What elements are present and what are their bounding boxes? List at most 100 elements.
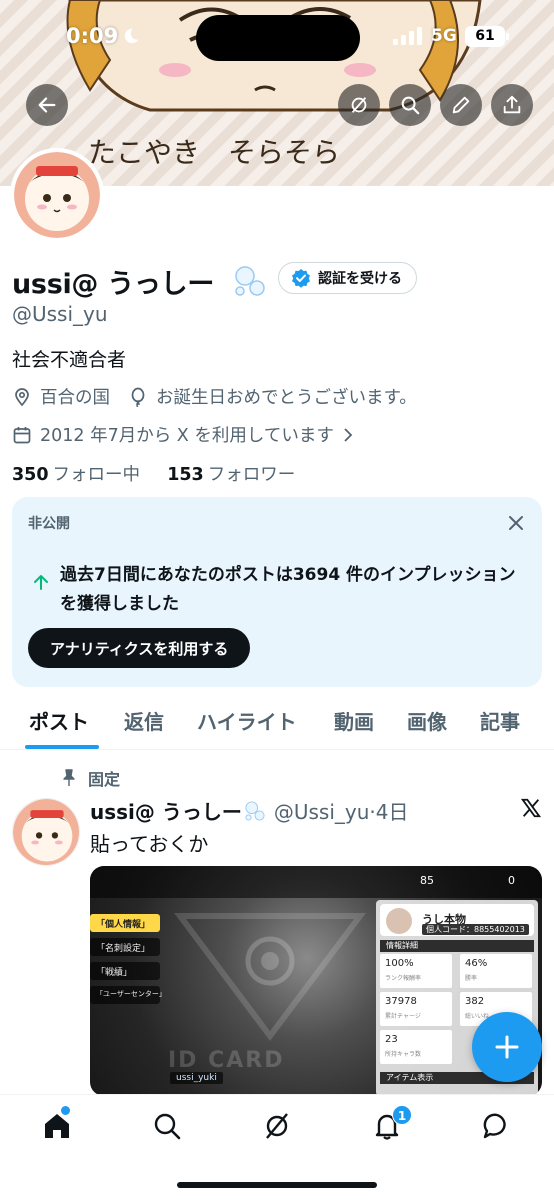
use-analytics-button[interactable]: アナリティクスを利用する <box>28 628 251 668</box>
grok-icon <box>351 97 367 113</box>
get-verified-label: 認証を受ける <box>318 271 402 287</box>
dynamic-island <box>196 15 360 61</box>
signal-icon <box>393 27 422 45</box>
tab-articles[interactable]: 記事 <box>480 706 520 735</box>
private-analytics-card: 非公開 過去7日間にあなたのポストは3694 件のインプレッションを獲得しました… <box>12 497 542 687</box>
back-icon <box>38 97 56 113</box>
profile-tabs: ポスト 返信 ハイライト 動画 画像 記事 <box>0 700 554 750</box>
tab-replies[interactable]: 返信 <box>124 706 164 735</box>
search-icon[interactable] <box>152 1111 182 1141</box>
profile-handle: @Ussi_yu <box>12 302 108 326</box>
post-author-name[interactable]: ussi@ うっしー <box>90 800 242 824</box>
banner-title: たこやき そらそら <box>88 136 340 169</box>
x-logo-icon[interactable] <box>520 797 542 819</box>
bubbles-emoji-icon <box>245 801 265 821</box>
tab-posts[interactable]: ポスト <box>29 706 89 735</box>
panel-section-title: 情報詳細 <box>380 940 534 952</box>
game-menu-item: 「個人情報」 <box>90 914 160 932</box>
grok-icon[interactable] <box>262 1111 292 1141</box>
edit-icon <box>452 96 470 114</box>
stat-box: 23 所持キャラ数 <box>380 1030 452 1064</box>
search-button[interactable] <box>389 84 431 126</box>
home-icon[interactable] <box>42 1111 72 1141</box>
followers-label: フォロワー <box>207 465 296 485</box>
post-author-handle[interactable]: @Ussi_yu <box>274 800 370 824</box>
stat-box: 46% 勝率 <box>460 954 532 988</box>
plus-icon <box>495 1035 519 1059</box>
status-time: 0:09 <box>66 24 119 48</box>
card-private-label: 非公開 <box>28 516 70 532</box>
focus-moon-icon <box>124 28 139 44</box>
game-menu-item: 「戦績」 <box>90 962 160 980</box>
messages-icon[interactable] <box>482 1111 512 1141</box>
stat-value: 37978 <box>385 996 417 1007</box>
share-icon <box>503 95 521 114</box>
close-icon[interactable] <box>506 513 526 533</box>
stat-value: 23 <box>385 1034 398 1045</box>
game-menu-item: 「名刺設定」 <box>90 938 160 956</box>
search-icon <box>401 96 420 115</box>
pin-icon <box>63 769 75 786</box>
post-text: 貼っておくか <box>90 832 209 856</box>
following-count: 350 <box>12 465 49 485</box>
profile-avatar[interactable] <box>10 148 104 242</box>
following-link[interactable]: 350 フォロー中 <box>12 465 140 485</box>
avatar-image <box>14 152 100 238</box>
location-icon <box>15 387 29 406</box>
home-unread-dot <box>61 1106 70 1115</box>
tab-videos[interactable]: 動画 <box>334 706 374 735</box>
player-code: 個人コード：8855402013 <box>422 924 529 935</box>
impressions-message: 過去7日間にあなたのポストは3694 件のインプレッションを獲得しました <box>60 565 516 614</box>
home-indicator <box>177 1182 377 1188</box>
stat-label: 累計チャージ <box>385 1013 421 1020</box>
notification-badge: 1 <box>392 1105 412 1125</box>
joined-text: 2012 年7月から X を利用しています <box>40 426 334 446</box>
follow-stats: 350 フォロー中 153 フォロワー <box>12 461 295 486</box>
post-author-avatar[interactable] <box>12 798 80 866</box>
avatar-image <box>13 799 79 865</box>
bubbles-emoji-icon <box>235 266 265 296</box>
stat-label: 所持キャラ数 <box>385 1051 422 1058</box>
get-verified-button[interactable]: 認証を受ける <box>278 262 417 294</box>
edit-button[interactable] <box>440 84 482 126</box>
game-menu-item: 「ユーザーセンター」 <box>90 986 166 1004</box>
back-button[interactable] <box>26 84 68 126</box>
profile-meta-location-birthday: 百合の国 お誕生日おめでとうございます。 <box>12 384 417 409</box>
player-avatar <box>386 908 412 934</box>
joined-date-link[interactable]: 2012 年7月から X を利用しています <box>12 422 356 447</box>
network-type: 5G <box>431 26 457 46</box>
calendar-icon <box>13 426 31 443</box>
stat-value: 100% <box>385 958 414 969</box>
game-currency-2: 0 <box>508 874 515 887</box>
game-emblem <box>174 913 366 1041</box>
game-username-tag: ussi_yuki <box>170 1072 223 1084</box>
post-header: ussi@ うっしー @Ussi_yu·4日 <box>90 796 409 825</box>
birthday-text: お誕生日おめでとうございます。 <box>156 388 417 408</box>
game-watermark: ID CARD <box>168 1048 285 1073</box>
active-tab-indicator <box>25 745 99 749</box>
pinned-label: 固定 <box>88 770 121 789</box>
location-text: 百合の国 <box>40 388 110 408</box>
panel-header: うし本物 個人コード：8855402013 <box>380 904 534 936</box>
compose-post-button[interactable] <box>472 1012 542 1082</box>
balloon-icon <box>131 387 145 407</box>
profile-bio: 社会不適合者 <box>12 349 127 371</box>
pinned-indicator: 固定 <box>60 766 120 790</box>
stat-box: 100% ランク報酬率 <box>380 954 452 988</box>
tab-highlights[interactable]: ハイライト <box>197 706 297 735</box>
stat-box: 37978 累計チャージ <box>380 992 452 1026</box>
game-topbar: 85 0 <box>90 866 542 898</box>
followers-link[interactable]: 153 フォロワー <box>167 465 295 485</box>
tab-images[interactable]: 画像 <box>407 706 447 735</box>
stat-value: 382 <box>465 996 485 1007</box>
display-name: ussi@ うっしー <box>12 269 215 300</box>
status-bar: 0:09 5G 61 <box>0 0 554 76</box>
battery-level: 61 <box>465 26 509 47</box>
followers-count: 153 <box>167 465 204 485</box>
share-button[interactable] <box>491 84 533 126</box>
stat-label: 勝率 <box>465 975 478 982</box>
post-time[interactable]: 4日 <box>376 800 409 824</box>
stat-value: 46% <box>465 958 488 969</box>
grok-button[interactable] <box>338 84 380 126</box>
stat-label: ランク報酬率 <box>385 975 422 982</box>
